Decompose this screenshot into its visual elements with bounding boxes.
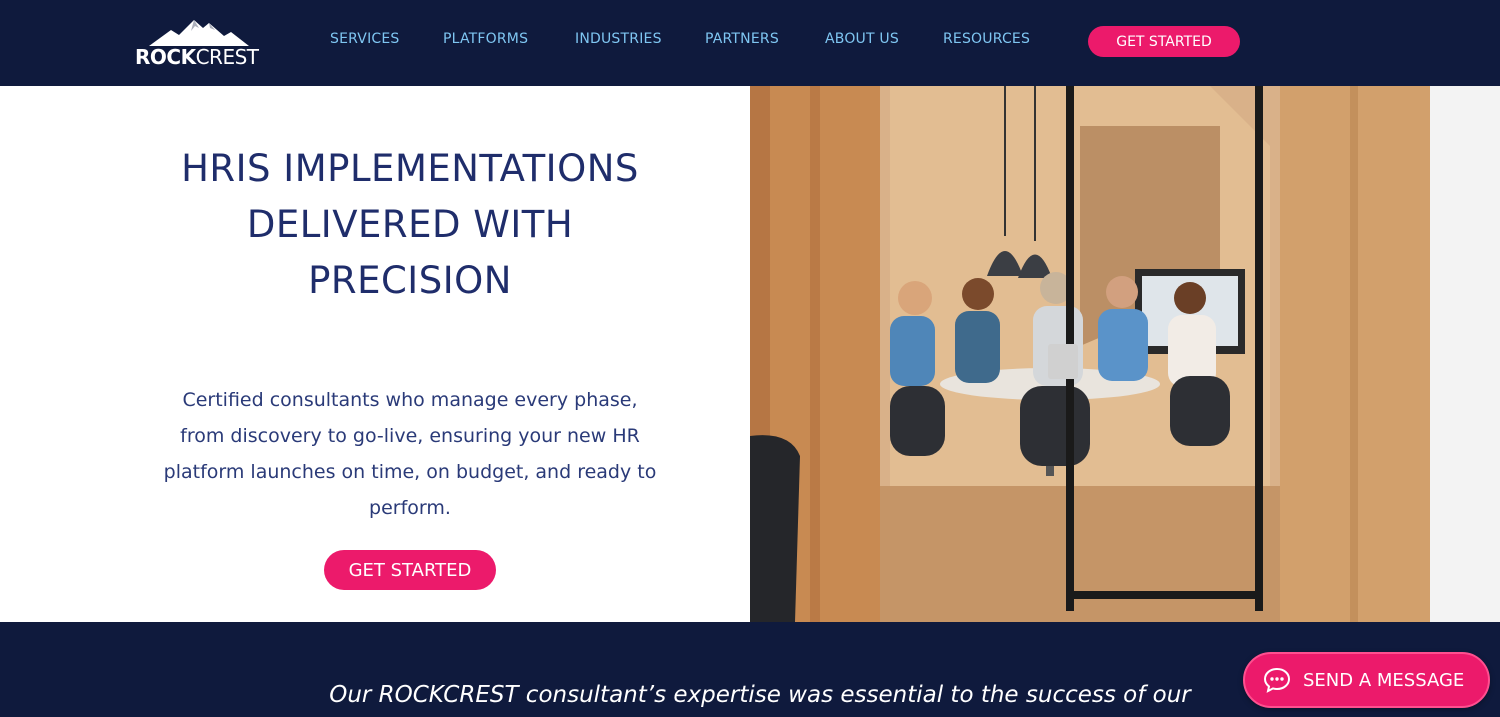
nav-partners[interactable]: PARTNERS xyxy=(705,31,779,47)
nav-resources[interactable]: RESOURCES xyxy=(943,31,1030,47)
hero-title: HRIS IMPLEMENTATIONS DELIVERED WITH PREC… xyxy=(181,147,639,302)
send-message-label: SEND A MESSAGE xyxy=(1303,669,1465,691)
hero-description: Certified consultants who manage every p… xyxy=(163,389,657,519)
meeting-room-illustration xyxy=(750,86,1430,622)
hero-get-started-button[interactable]: GET STARTED xyxy=(324,550,496,590)
hero-section: HRIS IMPLEMENTATIONS DELIVERED WITH PREC… xyxy=(0,86,750,622)
logo-text: ROCKCREST xyxy=(135,45,259,69)
team-meeting-photo xyxy=(750,86,1430,622)
logo-light: CREST xyxy=(195,45,259,69)
nav-platforms[interactable]: PLATFORMS xyxy=(443,31,528,47)
nav-industries[interactable]: INDUSTRIES xyxy=(575,31,662,47)
mountain-icon xyxy=(149,20,249,46)
send-message-button[interactable]: SEND A MESSAGE xyxy=(1243,652,1490,708)
header-get-started-button[interactable]: GET STARTED xyxy=(1088,26,1240,57)
site-header: ROCKCREST SERVICES PLATFORMS INDUSTRIES … xyxy=(0,0,1500,86)
photo-right-edge xyxy=(1430,86,1500,622)
nav-services[interactable]: SERVICES xyxy=(330,31,400,47)
nav-about-us[interactable]: ABOUT US xyxy=(825,31,899,47)
chat-bubble-icon xyxy=(1263,667,1291,693)
logo-bold: ROCK xyxy=(135,45,196,69)
rockcrest-logo[interactable]: ROCKCREST xyxy=(135,16,265,69)
